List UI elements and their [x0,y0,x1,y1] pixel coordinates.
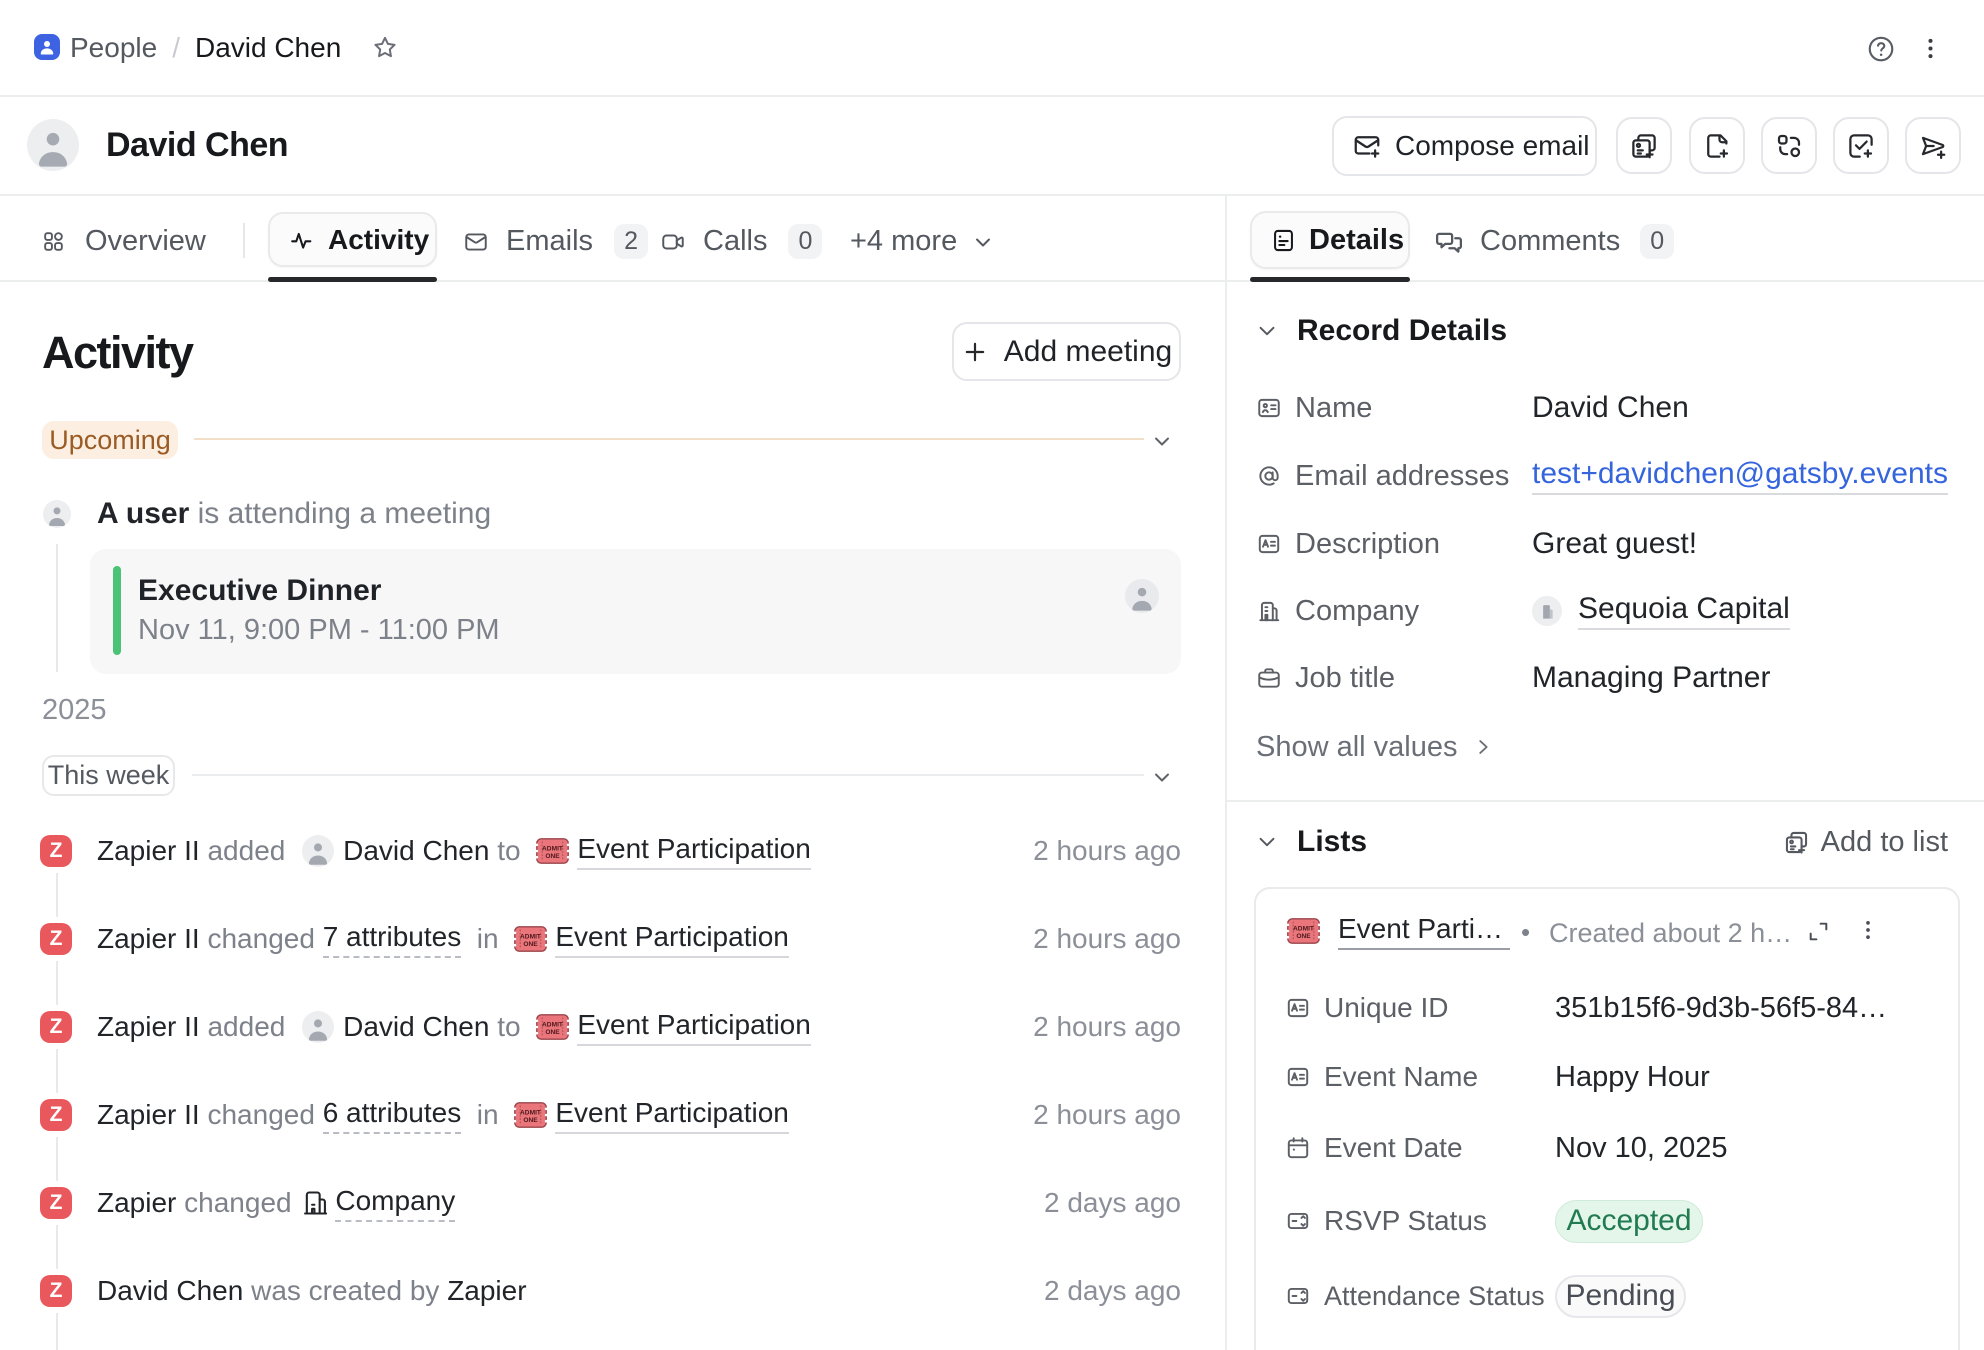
svg-text:ADMIT: ADMIT [542,845,563,852]
svg-text:ADMIT: ADMIT [520,1109,541,1116]
svg-text:ONE: ONE [524,1117,539,1124]
svg-text:ADMIT: ADMIT [542,1021,563,1028]
svg-text:ONE: ONE [524,941,539,948]
svg-text:ADMIT: ADMIT [520,933,541,940]
svg-text:ONE: ONE [546,1029,561,1036]
svg-text:ONE: ONE [1296,933,1311,940]
svg-text:ONE: ONE [546,853,561,860]
svg-text:ADMIT: ADMIT [1293,925,1314,932]
